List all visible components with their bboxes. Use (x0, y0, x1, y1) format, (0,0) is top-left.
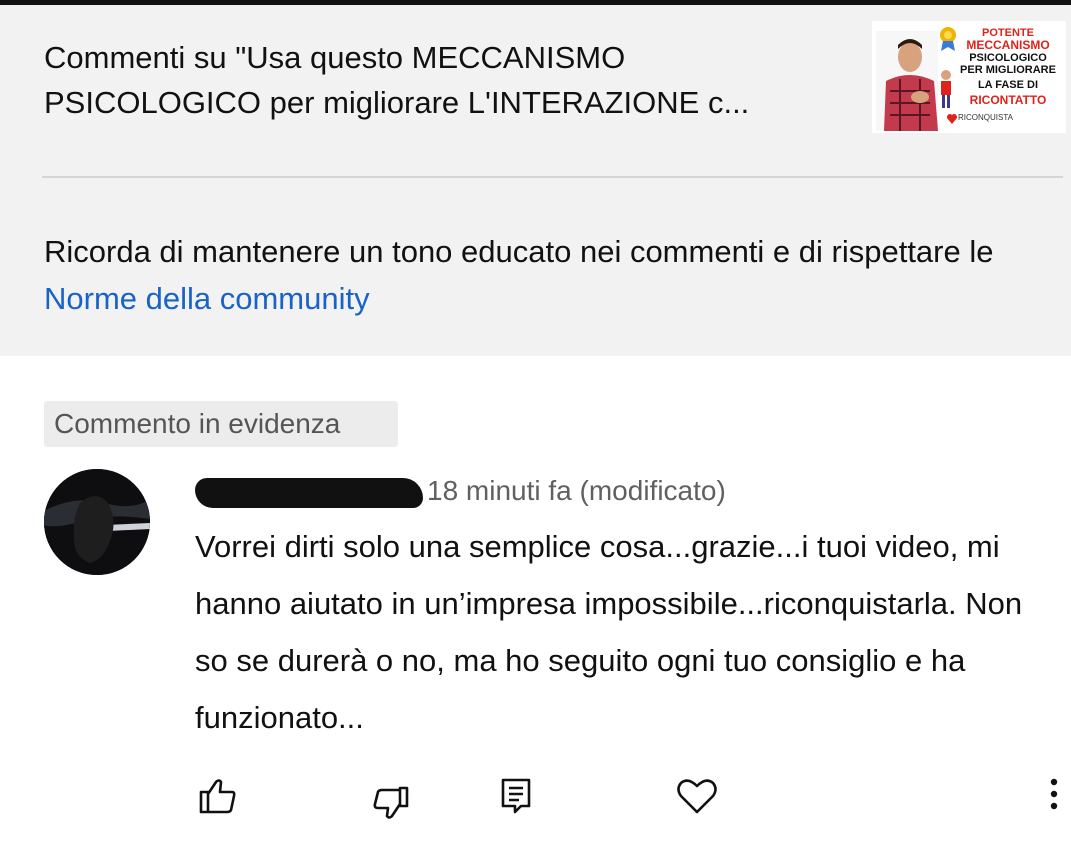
comment-text: Vorrei dirti solo una semplice cosa...gr… (195, 529, 1023, 735)
community-guidelines-link[interactable]: Norme della community (44, 281, 370, 316)
reply-button[interactable] (491, 770, 543, 822)
redacted-author (195, 477, 423, 508)
heart-icon (677, 779, 717, 814)
thumbnail-brand: RICONQUISTA (958, 113, 1013, 122)
avatar-image (44, 469, 150, 575)
comment-meta: 18 minuti fa (modificato) (195, 472, 726, 510)
notice-text: Ricorda di mantenere un tono educato nei… (44, 234, 994, 269)
thumbnail-text-2: MECCANISMO (966, 38, 1050, 52)
more-vert-icon (1050, 778, 1058, 810)
reply-icon (501, 778, 531, 814)
person-image (876, 31, 938, 131)
more-options-button[interactable] (1034, 770, 1071, 822)
comments-header: Commenti su "Usa questo MECCANISMO PSICO… (0, 5, 1071, 356)
heart-button[interactable] (671, 770, 723, 822)
pinned-badge: Commento in evidenza (44, 401, 398, 447)
thumbnail-text-6: RICONTATTO (969, 93, 1047, 107)
thumbnail-text-3: PSICOLOGICO (969, 52, 1047, 64)
avatar[interactable] (44, 469, 150, 575)
brand-logo-icon (947, 114, 957, 124)
comment-actions (0, 770, 1071, 822)
dislike-button[interactable] (364, 770, 416, 822)
thumbs-down-icon (373, 786, 409, 819)
thumbnail-text-4: PER MIGLIORARE (960, 64, 1056, 76)
thumbs-up-icon (199, 779, 236, 814)
video-thumbnail[interactable]: POTENTE MECCANISMO PSICOLOGICO PER MIGLI… (872, 21, 1066, 133)
comment-time: 18 minuti fa (modificato) (427, 475, 726, 506)
like-button[interactable] (192, 770, 244, 822)
header-divider (42, 176, 1063, 178)
thumbnail-text-5: LA FASE DI (977, 79, 1039, 91)
page-title: Commenti su "Usa questo MECCANISMO PSICO… (44, 40, 750, 120)
community-notice: Ricorda di mantenere un tono educato nei… (44, 228, 1034, 322)
